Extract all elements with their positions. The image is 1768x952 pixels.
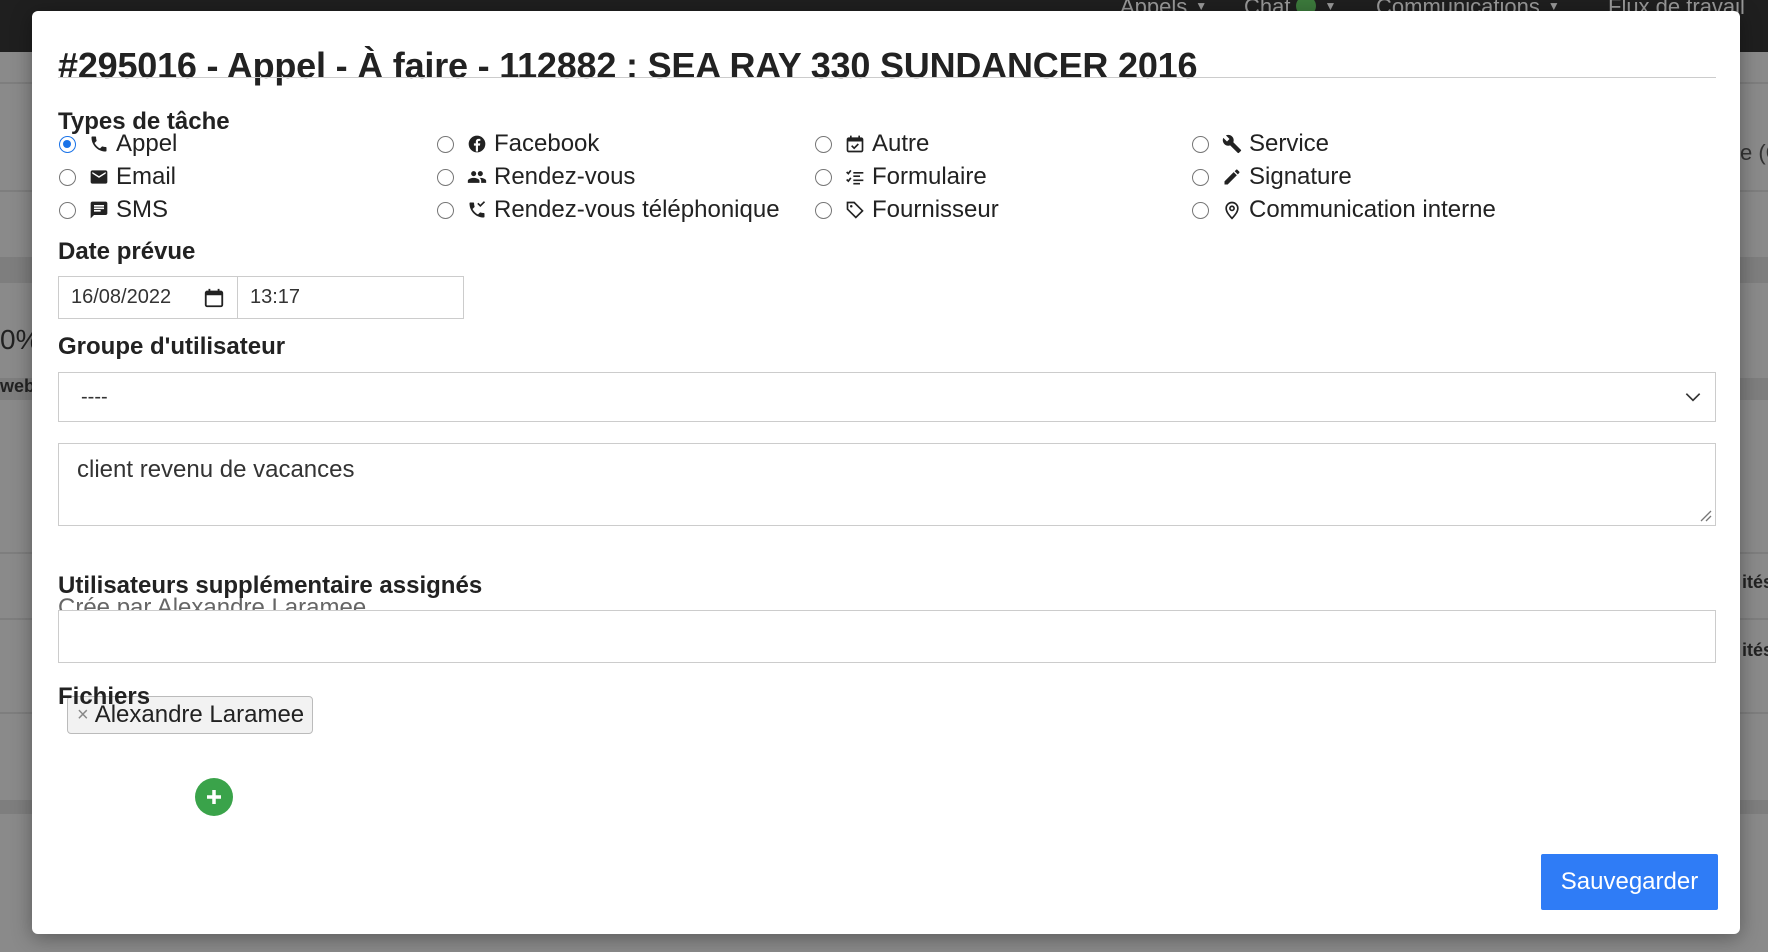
- task-type-formulaire[interactable]: Formulaire: [815, 163, 987, 191]
- task-type-label: Rendez-vous téléphonique: [494, 196, 780, 223]
- radio-rendez-vous-telephonique[interactable]: [437, 201, 454, 219]
- task-type-label: Signature: [1249, 163, 1352, 190]
- save-button[interactable]: Sauvegarder: [1541, 854, 1718, 910]
- task-type-label: Formulaire: [872, 163, 987, 190]
- title-divider: [58, 77, 1716, 78]
- chevron-down-icon: [1685, 393, 1701, 402]
- calendar-check-icon: [844, 133, 866, 155]
- date-input[interactable]: 16/08/2022: [58, 276, 238, 319]
- task-type-email[interactable]: Email: [59, 163, 176, 191]
- task-type-rendez-vous[interactable]: Rendez-vous: [437, 163, 635, 191]
- radio-facebook[interactable]: [437, 135, 454, 153]
- task-type-label: Rendez-vous: [494, 163, 636, 190]
- checklist-icon: [844, 166, 866, 188]
- task-type-label: Service: [1249, 130, 1330, 157]
- files-label: Fichiers: [58, 683, 151, 710]
- time-value: 13:17: [250, 286, 301, 308]
- task-type-appel[interactable]: Appel: [59, 130, 177, 158]
- task-type-label: Autre: [872, 130, 930, 157]
- radio-communication-interne[interactable]: [1192, 201, 1209, 219]
- radio-rendez-vous[interactable]: [437, 168, 454, 186]
- task-type-signature[interactable]: Signature: [1192, 163, 1352, 191]
- task-modal: #295016 - Appel - À faire - 112882 : SEA…: [32, 11, 1740, 934]
- bg-fragment: ités: [1742, 640, 1768, 660]
- date-label: Date prévue: [58, 238, 196, 265]
- map-pin-icon: [1221, 199, 1243, 221]
- task-type-facebook[interactable]: Facebook: [437, 130, 599, 158]
- note-text: client revenu de vacances: [77, 456, 355, 483]
- radio-email[interactable]: [59, 168, 76, 186]
- note-textarea[interactable]: client revenu de vacances: [58, 443, 1716, 526]
- radio-signature[interactable]: [1192, 168, 1209, 186]
- radio-service[interactable]: [1192, 135, 1209, 153]
- bg-fragment: web: [0, 376, 36, 396]
- phone-icon: [88, 133, 110, 155]
- pen-icon: [1221, 166, 1243, 188]
- radio-appel[interactable]: [59, 135, 76, 153]
- calendar-icon[interactable]: [203, 287, 225, 309]
- assigned-users-label: Utilisateurs supplémentaire assignés: [58, 572, 483, 599]
- wrench-icon: [1221, 133, 1243, 155]
- modal-title: #295016 - Appel - À faire - 112882 : SEA…: [58, 45, 1198, 86]
- task-type-fournisseur[interactable]: Fournisseur: [815, 196, 999, 224]
- user-group-label: Groupe d'utilisateur: [58, 333, 286, 360]
- bg-fragment: ités: [1742, 572, 1768, 592]
- task-type-label: Email: [116, 163, 177, 190]
- task-type-label: Appel: [116, 130, 178, 157]
- plus-icon: [207, 790, 221, 804]
- task-type-label: Fournisseur: [872, 196, 999, 223]
- message-icon: [88, 199, 110, 221]
- radio-sms[interactable]: [59, 201, 76, 219]
- user-group-select[interactable]: ----: [58, 372, 1716, 422]
- tag-icon: [844, 199, 866, 221]
- task-type-autre[interactable]: Autre: [815, 130, 929, 158]
- radio-fournisseur[interactable]: [815, 201, 832, 219]
- add-file-button[interactable]: [195, 778, 233, 816]
- task-type-service[interactable]: Service: [1192, 130, 1329, 158]
- task-type-sms[interactable]: SMS: [59, 196, 168, 224]
- user-group-value: ----: [81, 385, 108, 408]
- resize-grip-icon[interactable]: [1698, 508, 1712, 522]
- task-type-label: SMS: [116, 196, 169, 223]
- task-type-label: Facebook: [494, 130, 600, 157]
- task-type-rendez-vous-telephonique[interactable]: Rendez-vous téléphonique: [437, 196, 780, 224]
- envelope-icon: [88, 166, 110, 188]
- facebook-icon: [466, 133, 488, 155]
- bg-fragment: e (C: [1740, 140, 1768, 165]
- radio-autre[interactable]: [815, 135, 832, 153]
- date-value: 16/08/2022: [71, 286, 172, 308]
- people-icon: [466, 166, 488, 188]
- task-type-label: Communication interne: [1249, 196, 1496, 223]
- phone-callback-icon: [466, 199, 488, 221]
- time-input[interactable]: 13:17: [237, 276, 464, 319]
- assigned-users-input[interactable]: [58, 610, 1716, 663]
- task-type-communication-interne[interactable]: Communication interne: [1192, 196, 1496, 224]
- radio-formulaire[interactable]: [815, 168, 832, 186]
